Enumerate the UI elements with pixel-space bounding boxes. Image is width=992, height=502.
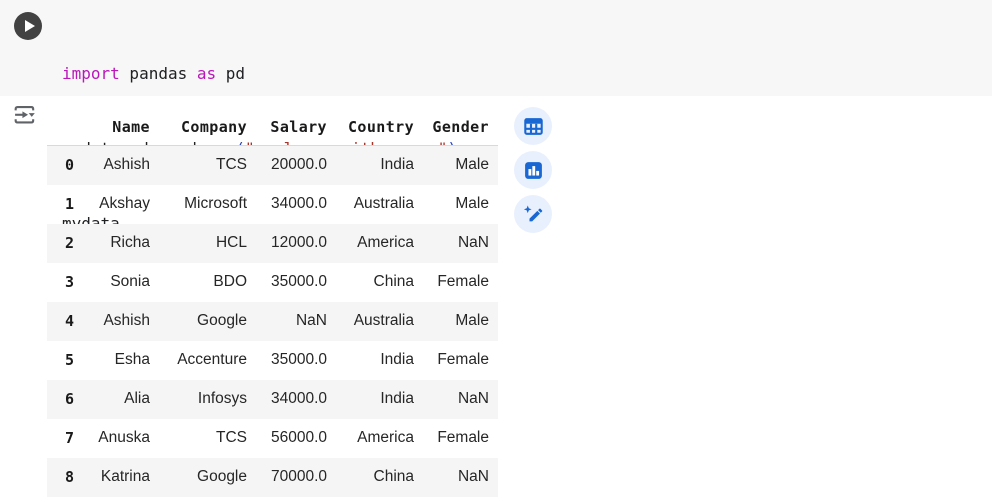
code-line: import pandas as pd — [62, 61, 457, 86]
table-cell: 35000.0 — [256, 341, 336, 380]
table-cell: 70000.0 — [256, 458, 336, 497]
table-cell: Australia — [336, 302, 423, 341]
table-cell: TCS — [159, 146, 256, 185]
dataframe-toolbar — [514, 107, 552, 233]
table-cell: Microsoft — [159, 185, 256, 224]
table-cell: Infosys — [159, 380, 256, 419]
column-header-name: Name — [81, 108, 159, 146]
table-cell: NaN — [423, 458, 498, 497]
table-cell: Katrina — [81, 458, 159, 497]
table-cell: Ashish — [81, 302, 159, 341]
dataframe-table: NameCompanySalaryCountryGender 0AshishTC… — [47, 108, 498, 497]
table-row: 8KatrinaGoogle70000.0ChinaNaN — [47, 458, 498, 497]
column-header-company: Company — [159, 108, 256, 146]
table-header-row: NameCompanySalaryCountryGender — [47, 108, 498, 146]
table-row: 5EshaAccenture35000.0IndiaFemale — [47, 341, 498, 380]
table-row: 0AshishTCS20000.0IndiaMale — [47, 146, 498, 185]
table-cell: Google — [159, 458, 256, 497]
output-collapse-button[interactable] — [11, 101, 39, 129]
table-cell: Male — [423, 302, 498, 341]
index-column-header — [47, 108, 81, 146]
table-cell: Ashish — [81, 146, 159, 185]
column-header-gender: Gender — [423, 108, 498, 146]
table-row: 6AliaInfosys34000.0IndiaNaN — [47, 380, 498, 419]
table-cell: Female — [423, 263, 498, 302]
row-index: 0 — [47, 146, 81, 185]
row-index: 4 — [47, 302, 81, 341]
table-cell: 12000.0 — [256, 224, 336, 263]
table-cell: India — [336, 146, 423, 185]
table-cell: Akshay — [81, 185, 159, 224]
table-row: 3SoniaBDO35000.0ChinaFemale — [47, 263, 498, 302]
table-row: 1AkshayMicrosoft34000.0AustraliaMale — [47, 185, 498, 224]
row-index: 3 — [47, 263, 81, 302]
row-index: 8 — [47, 458, 81, 497]
table-cell: 56000.0 — [256, 419, 336, 458]
table-row: 4AshishGoogleNaNAustraliaMale — [47, 302, 498, 341]
table-cell: Female — [423, 419, 498, 458]
table-cell: Accenture — [159, 341, 256, 380]
table-cell: India — [336, 380, 423, 419]
table-cell: NaN — [256, 302, 336, 341]
table-cell: Male — [423, 146, 498, 185]
table-cell: Australia — [336, 185, 423, 224]
column-header-country: Country — [336, 108, 423, 146]
suggest-charts-icon — [523, 160, 544, 181]
table-cell: BDO — [159, 263, 256, 302]
table-cell: Richa — [81, 224, 159, 263]
table-cell: TCS — [159, 419, 256, 458]
table-cell: China — [336, 263, 423, 302]
table-row: 2RichaHCL12000.0AmericaNaN — [47, 224, 498, 263]
table-cell: Google — [159, 302, 256, 341]
table-row: 7AnuskaTCS56000.0AmericaFemale — [47, 419, 498, 458]
table-cell: Sonia — [81, 263, 159, 302]
table-cell: America — [336, 419, 423, 458]
output-collapse-icon — [11, 101, 39, 129]
row-index: 6 — [47, 380, 81, 419]
table-cell: HCL — [159, 224, 256, 263]
table-cell: 34000.0 — [256, 185, 336, 224]
column-header-salary: Salary — [256, 108, 336, 146]
table-cell: Anuska — [81, 419, 159, 458]
row-index: 5 — [47, 341, 81, 380]
table-cell: Esha — [81, 341, 159, 380]
table-cell: America — [336, 224, 423, 263]
table-cell: Alia — [81, 380, 159, 419]
table-cell: China — [336, 458, 423, 497]
row-index: 2 — [47, 224, 81, 263]
table-cell: 20000.0 — [256, 146, 336, 185]
row-index: 7 — [47, 419, 81, 458]
magic-edit-icon — [522, 203, 545, 226]
table-cell: 35000.0 — [256, 263, 336, 302]
table-cell: NaN — [423, 224, 498, 263]
generate-code-button[interactable] — [514, 195, 552, 233]
table-cell: India — [336, 341, 423, 380]
row-index: 1 — [47, 185, 81, 224]
play-icon — [25, 20, 35, 32]
run-cell-button[interactable] — [14, 12, 42, 40]
interactive-table-button[interactable] — [514, 107, 552, 145]
interactive-table-icon — [523, 116, 544, 137]
code-cell: import pandas as pd mydata=pd.read_csv("… — [0, 0, 992, 96]
table-cell: Female — [423, 341, 498, 380]
table-cell: 34000.0 — [256, 380, 336, 419]
table-cell: Male — [423, 185, 498, 224]
table-cell: NaN — [423, 380, 498, 419]
suggest-charts-button[interactable] — [514, 151, 552, 189]
